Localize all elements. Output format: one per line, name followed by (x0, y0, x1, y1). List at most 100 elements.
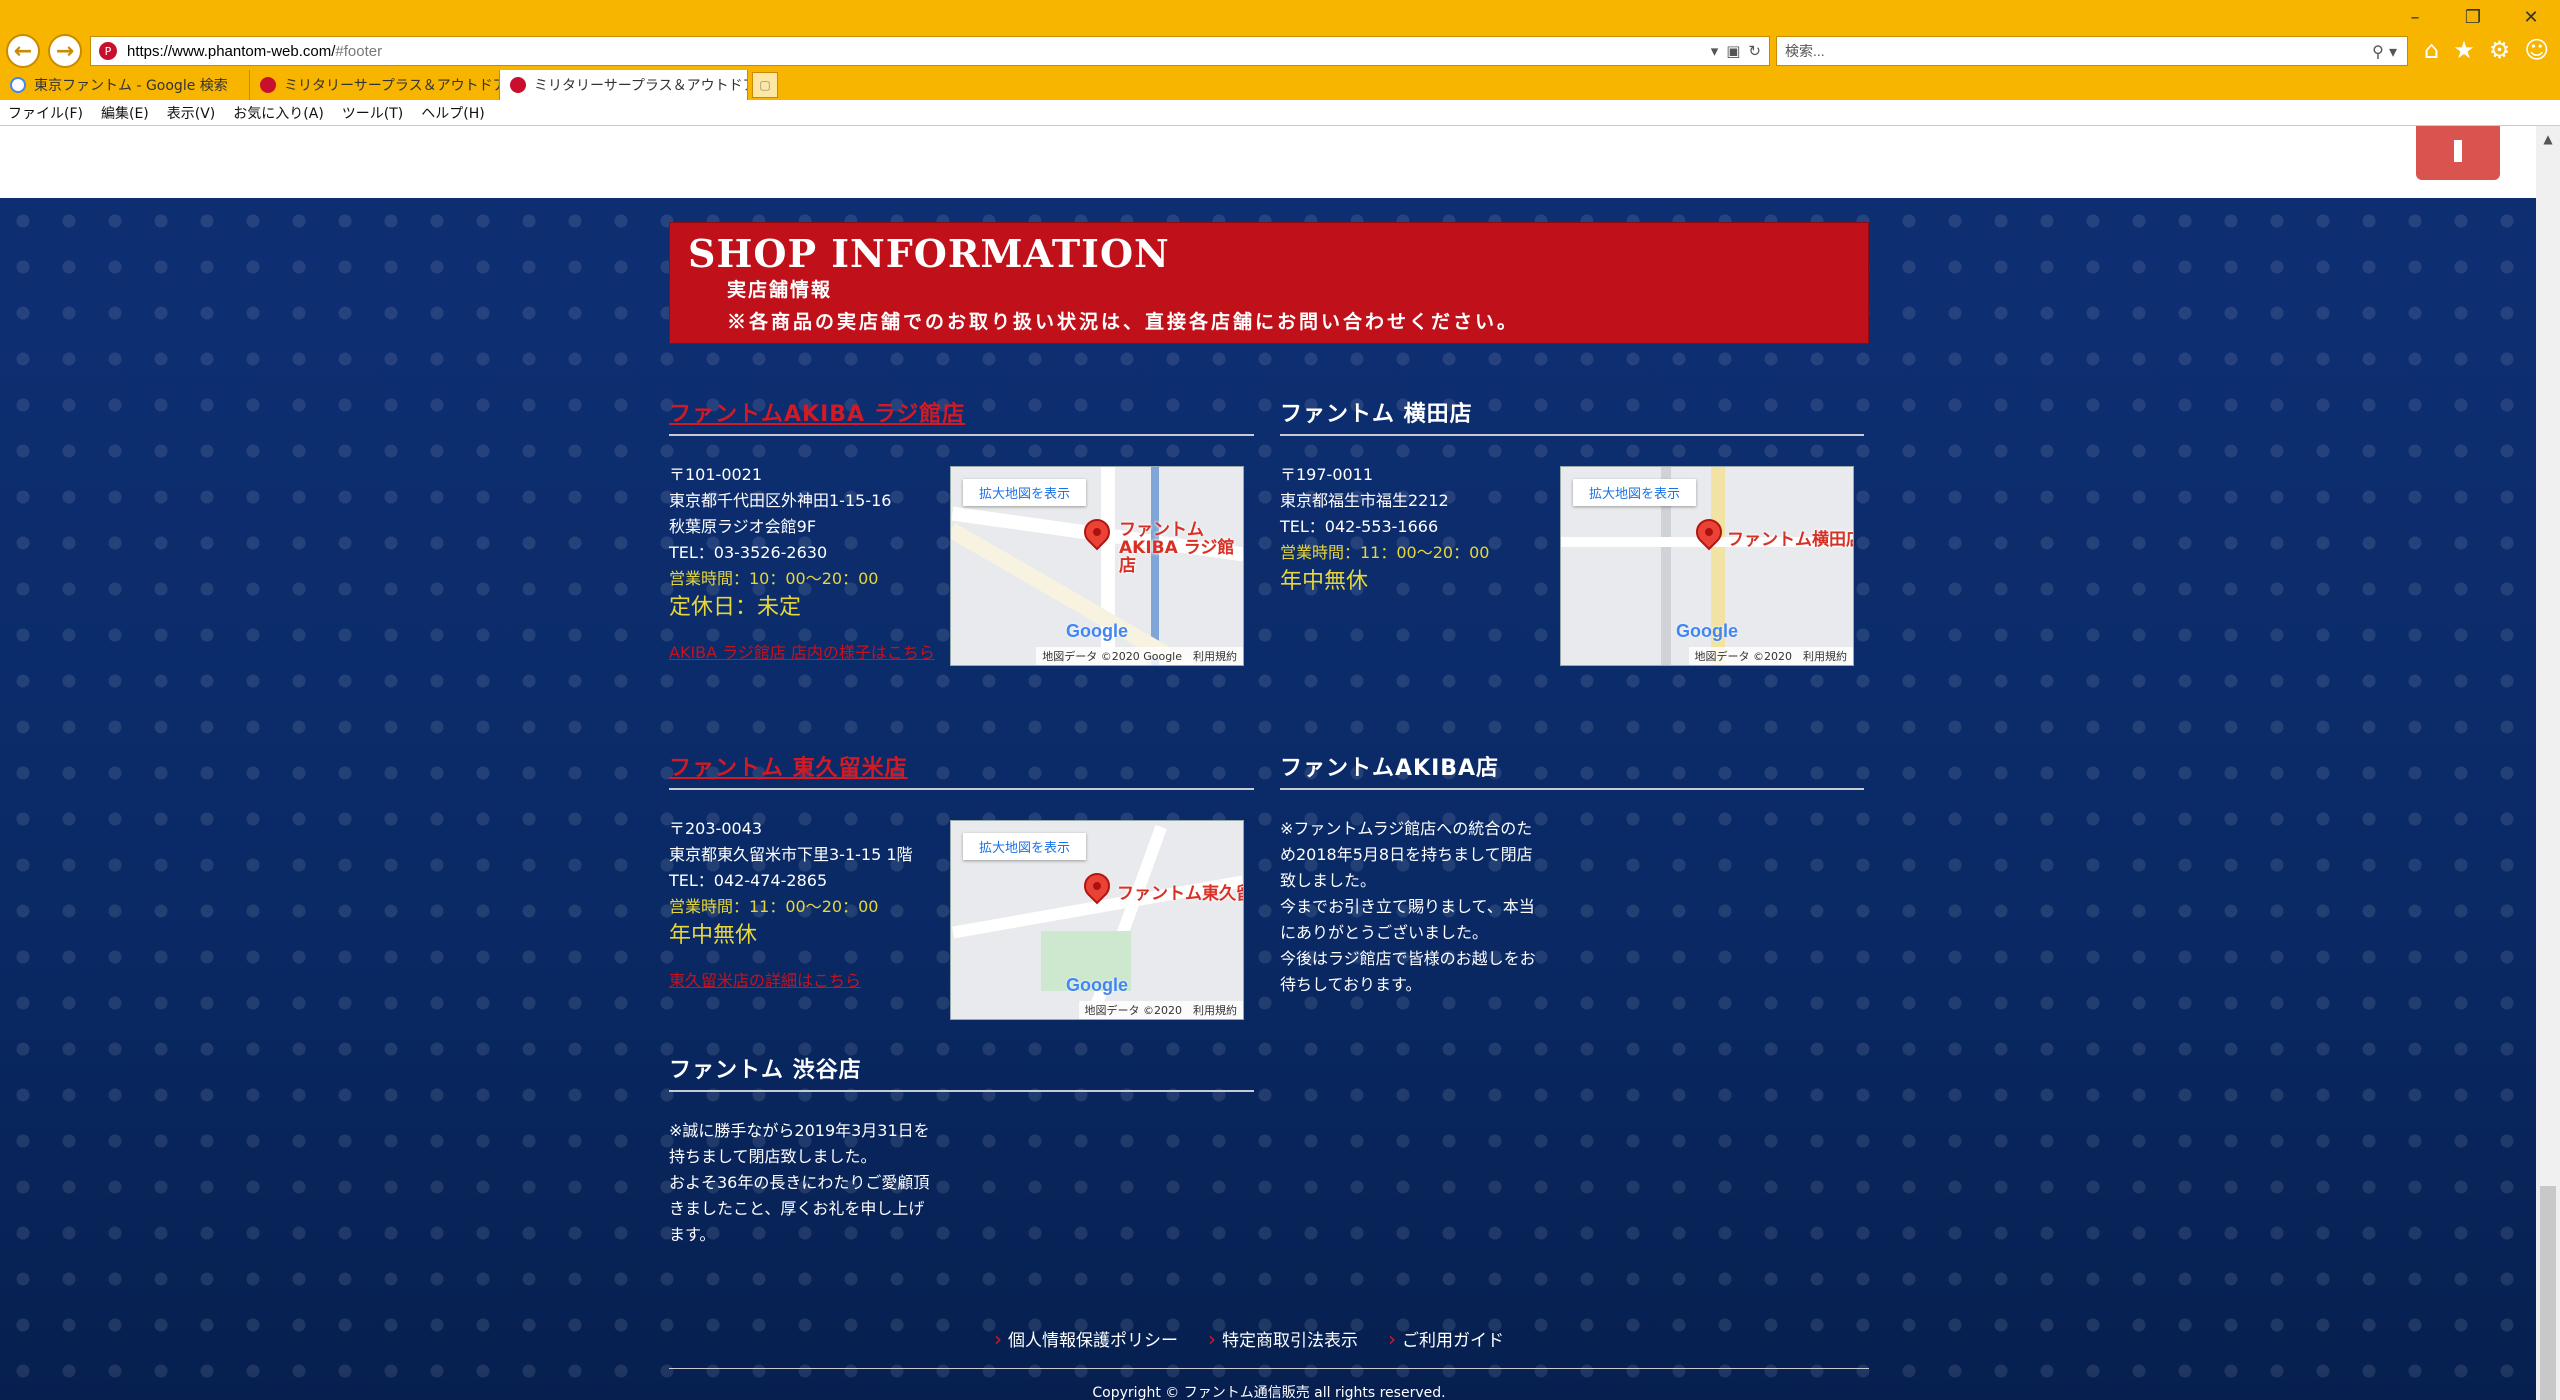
map-yokota[interactable]: 拡大地図を表示 ファントム横田店 Google 地図データ ©2020 利用規約 (1560, 466, 1854, 666)
shop-title: ファントム 渋谷店 (669, 1052, 1254, 1092)
refresh-icon[interactable]: ↻ (1748, 42, 1761, 60)
search-icon[interactable]: ⚲ ▾ (2372, 42, 2397, 61)
chevron-right-icon: › (994, 1326, 1002, 1351)
tab-label: 東京ファントム - Google 検索 (34, 78, 228, 94)
footer-link-privacy[interactable]: › 個人情報保護ポリシー (994, 1326, 1178, 1352)
postal-code: 〒203-0043 (669, 819, 763, 838)
tab-phantom-active[interactable]: ミリタリーサープラス＆アウトドア... ✕ (500, 70, 748, 100)
dropdown-icon[interactable]: ▾ (1711, 42, 1719, 60)
closed-days: 年中無休 (1280, 569, 1369, 594)
menu-bar: ファイル(F) 編集(E) 表示(V) お気に入り(A) ツール(T) ヘルプ(… (0, 100, 2560, 126)
chevron-right-icon: › (1208, 1326, 1216, 1351)
map-credit[interactable]: 地図データ ©2020 利用規約 (1688, 647, 1853, 665)
note-line: ※誠に勝手ながら2019年3月31日を (669, 1121, 930, 1140)
home-icon[interactable]: ⌂ (2424, 36, 2439, 64)
menu-file[interactable]: ファイル(F) (8, 103, 83, 123)
note-line: め2018年5月8日を持ちまして閉店 (1280, 845, 1533, 864)
business-hours: 営業時間：11：00〜20：00 (669, 897, 879, 916)
address-bar[interactable]: P https://www.phantom-web.com/#footer ▾ … (90, 36, 1770, 66)
address-line: 東京都千代田区外神田1-15-16 (669, 491, 892, 510)
phone: TEL：042-474-2865 (669, 871, 828, 890)
note-line: 持ちまして閉店致しました。 (669, 1147, 877, 1166)
header-strip (0, 126, 2536, 198)
scroll-up-icon[interactable]: ▲ (2536, 132, 2560, 146)
search-placeholder: 検索... (1785, 43, 1825, 59)
enlarge-map-button[interactable]: 拡大地図を表示 (963, 833, 1087, 860)
page-top-button[interactable] (2416, 126, 2500, 180)
shop-yokota-info: 〒197-0011 東京都福生市福生2212 TEL：042-553-1666 … (1280, 462, 1560, 598)
shop-shibuya: ファントム 渋谷店 (669, 1052, 1254, 1092)
footer-link-guide[interactable]: › ご利用ガイド (1388, 1326, 1504, 1352)
footer-link-label: 個人情報保護ポリシー (1008, 1331, 1178, 1351)
search-input[interactable]: 検索... ⚲ ▾ (1776, 36, 2408, 66)
google-logo: Google (1676, 621, 1738, 641)
footer-divider (669, 1368, 1869, 1369)
page-content: SHOP INFORMATION 実店舗情報 ※各商品の実店舗でのお取り扱い状況… (0, 126, 2536, 1400)
tab-google-search[interactable]: 東京ファントム - Google 検索 (0, 70, 250, 100)
closed-days: 定休日：未定 (669, 595, 802, 620)
enlarge-map-button[interactable]: 拡大地図を表示 (1573, 479, 1697, 506)
close-icon[interactable]: ✕ (2502, 0, 2560, 34)
address-line: 東京都福生市福生2212 (1280, 491, 1449, 510)
map-akiba-radio[interactable]: 拡大地図を表示 ファントム AKIBA ラジ館店 Google 地図データ ©2… (950, 466, 1244, 666)
note-line: 今までお引き立て賜りまして、本当 (1280, 897, 1535, 916)
menu-edit[interactable]: 編集(E) (101, 103, 149, 123)
shop-akiba-note: ※ファントムラジ館店への統合のた め2018年5月8日を持ちまして閉店 致しまし… (1280, 816, 1570, 998)
vertical-scrollbar[interactable]: ▲ (2536, 126, 2560, 1400)
postal-code: 〒197-0011 (1280, 465, 1374, 484)
scrollbar-thumb[interactable] (2540, 1186, 2556, 1400)
smiley-icon[interactable]: ☺ (2524, 36, 2549, 64)
tab-strip: 東京ファントム - Google 検索 ミリタリーサープラス＆アウトドアギア..… (0, 70, 782, 100)
shop-detail-link[interactable]: 東久留米店の詳細はこちら (669, 970, 949, 992)
closed-days: 年中無休 (669, 923, 758, 948)
footer-link-label: ご利用ガイド (1402, 1331, 1504, 1351)
note-line: きましたこと、厚くお礼を申し上げ (669, 1199, 925, 1218)
shop-title-link[interactable]: ファントム 東久留米店 (669, 750, 1254, 790)
enlarge-map-button[interactable]: 拡大地図を表示 (963, 479, 1087, 506)
shop-info-banner: SHOP INFORMATION 実店舗情報 ※各商品の実店舗でのお取り扱い状況… (669, 222, 1869, 344)
copyright: Copyright © ファントム通信販売 all rights reserve… (1092, 1385, 1446, 1400)
address-line: 秋葉原ラジオ会館9F (669, 517, 817, 536)
address-line: 東京都東久留米市下里3-1-15 1階 (669, 845, 913, 864)
back-icon[interactable]: ← (6, 34, 40, 68)
url-host: https://www.phantom-web.com/ (127, 42, 336, 60)
google-logo: Google (1066, 975, 1128, 995)
note-line: 今後はラジ館店で皆様のお越しをお (1280, 949, 1536, 968)
banner-title: SHOP INFORMATION (688, 231, 1170, 276)
window-controls: – ❐ ✕ (2386, 0, 2560, 34)
new-tab-button[interactable]: ▢ (752, 72, 778, 98)
shop-detail-link[interactable]: AKIBA ラジ館店 店内の様子はこちら (669, 642, 949, 664)
phone: TEL：042-553-1666 (1280, 517, 1439, 536)
map-higashikurume[interactable]: 拡大地図を表示 ファントム東久留 Google 地図データ ©2020 利用規約 (950, 820, 1244, 1020)
note-line: 致しました。 (1280, 871, 1377, 890)
business-hours: 営業時間：11：00〜20：00 (1280, 543, 1490, 562)
shop-title: ファントムAKIBA店 (1280, 750, 1864, 790)
tab-phantom-1[interactable]: ミリタリーサープラス＆アウトドアギア... (250, 70, 500, 100)
footer-links: › 個人情報保護ポリシー › 特定商取引法表示 › ご利用ガイド (994, 1326, 1504, 1352)
note-line: およそ36年の長きにわたりご愛顧頂 (669, 1173, 930, 1192)
business-hours: 営業時間：10：00〜20：00 (669, 569, 879, 588)
favorites-star-icon[interactable]: ★ (2453, 36, 2475, 64)
footer-link-commerce-law[interactable]: › 特定商取引法表示 (1208, 1326, 1358, 1352)
menu-help[interactable]: ヘルプ(H) (421, 103, 484, 123)
forward-icon[interactable]: → (48, 34, 82, 68)
shop-title: ファントム 横田店 (1280, 396, 1864, 436)
banner-subtitle: 実店舗情報 (727, 279, 833, 301)
shop-akiba-radio-info: 〒101-0021 東京都千代田区外神田1-15-16 秋葉原ラジオ会館9F T… (669, 462, 949, 664)
restore-icon[interactable]: ❐ (2444, 0, 2502, 34)
map-pin-label: ファントム AKIBA ラジ館店 (1119, 520, 1235, 576)
menu-view[interactable]: 表示(V) (167, 103, 216, 123)
note-line: 待ちしております。 (1280, 975, 1422, 994)
map-credit[interactable]: 地図データ ©2020 Google 利用規約 (1036, 647, 1243, 665)
minimize-icon[interactable]: – (2386, 0, 2444, 34)
map-pin-label: ファントム横田店 (1727, 530, 1854, 550)
shop-akiba-radio: ファントムAKIBA ラジ館店 (669, 396, 1254, 436)
gear-icon[interactable]: ⚙ (2489, 36, 2511, 64)
chevron-right-icon: › (1388, 1326, 1396, 1351)
lock-icon[interactable]: ▣ (1726, 42, 1740, 60)
map-credit[interactable]: 地図データ ©2020 利用規約 (1078, 1001, 1243, 1019)
shop-title-link[interactable]: ファントムAKIBA ラジ館店 (669, 396, 1254, 436)
menu-favorites[interactable]: お気に入り(A) (233, 103, 324, 123)
phone: TEL：03-3526-2630 (669, 543, 828, 562)
menu-tools[interactable]: ツール(T) (342, 103, 403, 123)
